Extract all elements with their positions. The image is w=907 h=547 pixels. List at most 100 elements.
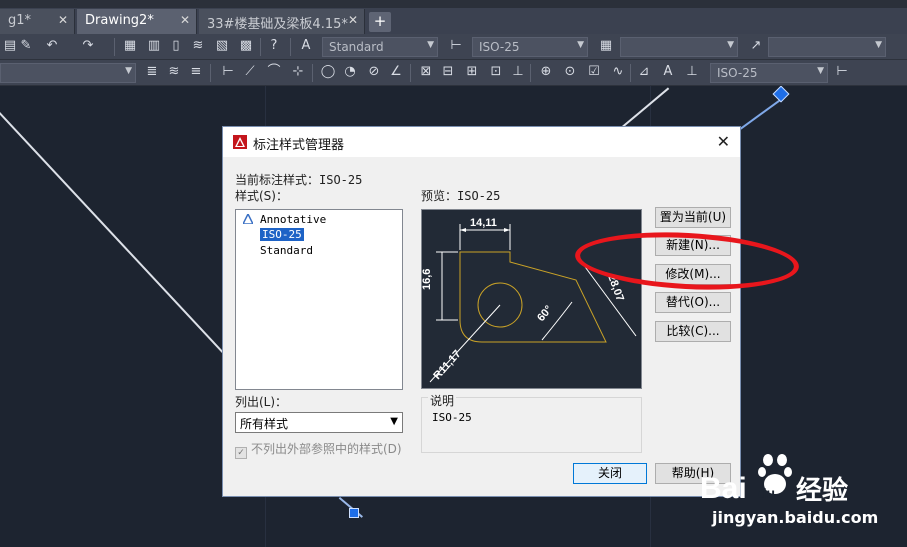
baseline-icon[interactable]: ⊟ bbox=[440, 64, 456, 80]
jogged-linear-icon[interactable]: ∿ bbox=[610, 64, 626, 80]
dialog-title: 标注样式管理器 bbox=[253, 138, 345, 153]
layer-combo[interactable]: ▼ bbox=[0, 63, 136, 83]
description-group: 说明 ISO-25 bbox=[421, 392, 642, 453]
dim-style-manager-icon[interactable]: ⊢ bbox=[834, 64, 850, 80]
dim-style-combo-2[interactable]: ISO-25 ▼ bbox=[710, 63, 828, 83]
autocad-logo-icon bbox=[233, 135, 247, 149]
list-label: 列出(L)： bbox=[235, 395, 288, 409]
preview-dim-angle: 60° bbox=[535, 303, 555, 323]
calculator-icon[interactable]: ▩ bbox=[238, 38, 254, 54]
list-filter-value: 所有样式 bbox=[240, 417, 289, 431]
tab-label: Drawing2* bbox=[85, 13, 154, 28]
text-style-icon[interactable]: A bbox=[298, 38, 314, 54]
jogged-icon[interactable]: ◔ bbox=[342, 64, 358, 80]
close-icon[interactable]: ✕ bbox=[180, 13, 190, 27]
plot-icon[interactable]: ▤ bbox=[2, 38, 18, 54]
redo-icon[interactable]: ↷ bbox=[80, 38, 96, 54]
watermark-brand-du: du bbox=[758, 485, 775, 501]
quick-dim-icon[interactable]: ⊠ bbox=[418, 64, 434, 80]
new-tab-button[interactable]: + bbox=[369, 12, 391, 32]
exclude-xref-label: 不列出外部参照中的样式(D) bbox=[251, 442, 402, 456]
chevron-down-icon: ▼ bbox=[727, 40, 734, 50]
markup-icon[interactable]: ▧ bbox=[214, 38, 230, 54]
current-style-label: 当前标注样式：ISO-25 bbox=[235, 173, 363, 187]
chevron-down-icon: ▼ bbox=[390, 416, 398, 427]
radius-icon[interactable]: ◯ bbox=[320, 64, 336, 80]
preview-dim-top: 14,11 bbox=[470, 217, 497, 229]
table-style-icon[interactable]: ▦ bbox=[598, 38, 614, 54]
multileader-style-icon[interactable]: ↗ bbox=[748, 38, 764, 54]
tab-33-building[interactable]: 33#楼基础及梁板4.15* ✕ bbox=[199, 9, 365, 34]
dim-style-value: ISO-25 bbox=[479, 40, 520, 54]
separator bbox=[630, 64, 631, 82]
layer-properties-icon[interactable]: ≣ bbox=[144, 64, 160, 80]
tab-label: 33#楼基础及梁板4.15* bbox=[207, 17, 348, 32]
compare-style-button[interactable]: 比较(C)... bbox=[655, 321, 731, 342]
chevron-down-icon: ▼ bbox=[125, 66, 132, 76]
tab-drawing2[interactable]: Drawing2* ✕ bbox=[77, 9, 197, 34]
multileader-style-combo[interactable]: ▼ bbox=[768, 37, 886, 57]
close-button[interactable]: 关闭 bbox=[573, 463, 647, 484]
list-item[interactable]: Standard bbox=[260, 244, 313, 257]
design-center-icon[interactable]: ▥ bbox=[146, 38, 162, 54]
document-tab-bar: g1* ✕ Drawing2* ✕ 33#楼基础及梁板4.15* ✕ + bbox=[0, 0, 907, 34]
text-style-combo[interactable]: Standard ▼ bbox=[322, 37, 438, 57]
space-icon[interactable]: ⊡ bbox=[488, 64, 504, 80]
separator bbox=[290, 38, 291, 56]
preview-dim-left: 16,6 bbox=[422, 269, 433, 290]
layer-previous-icon[interactable]: ≡ bbox=[188, 64, 204, 80]
tool-palette-icon[interactable]: ▯ bbox=[168, 38, 184, 54]
arc-length-icon[interactable]: ⌒ bbox=[266, 64, 282, 80]
preview-dim-radius: R11,17 bbox=[431, 348, 463, 382]
sheet-set-icon[interactable]: ≋ bbox=[190, 38, 206, 54]
dim-style-value: ISO-25 bbox=[717, 66, 758, 80]
override-style-button[interactable]: 替代(O)... bbox=[655, 292, 731, 313]
tolerance-icon[interactable]: ⊕ bbox=[538, 64, 554, 80]
preview-label: 预览：ISO-25 bbox=[421, 189, 501, 203]
chevron-down-icon: ▼ bbox=[577, 40, 584, 50]
menu-strip bbox=[0, 0, 907, 8]
undo-icon[interactable]: ↶ bbox=[44, 38, 60, 54]
help-icon[interactable]: ? bbox=[266, 38, 282, 54]
chevron-down-icon: ▼ bbox=[427, 40, 434, 50]
checkbox-icon: ✓ bbox=[235, 447, 247, 459]
tab-drawing1[interactable]: g1* ✕ bbox=[0, 9, 75, 34]
dim-style-icon[interactable]: ⊢ bbox=[448, 38, 464, 54]
dim-text-edit-icon[interactable]: A bbox=[660, 64, 676, 80]
continue-icon[interactable]: ⊞ bbox=[464, 64, 480, 80]
close-icon[interactable]: ✕ bbox=[58, 13, 68, 27]
toolbar-standard: ▤ ✎ ↶ ↷ ▦ ▥ ▯ ≋ ▧ ▩ ? A Standard ▼ ⊢ ISO… bbox=[0, 34, 907, 60]
dimension-style-manager-dialog: 标注样式管理器 ✕ 当前标注样式：ISO-25 样式(S)： Annotativ… bbox=[222, 126, 741, 497]
annotative-icon bbox=[243, 214, 253, 224]
ordinate-icon[interactable]: ⊹ bbox=[290, 64, 306, 80]
layer-state-icon[interactable]: ≋ bbox=[166, 64, 182, 80]
break-icon[interactable]: ⊥ bbox=[510, 64, 526, 80]
aligned-dim-icon[interactable]: ⟋ bbox=[242, 64, 258, 80]
watermark-cn: 经验 bbox=[796, 476, 849, 506]
description-value: ISO-25 bbox=[432, 411, 472, 424]
watermark-brand: Bai bbox=[700, 472, 747, 505]
dim-update-icon[interactable]: ⊥ bbox=[684, 64, 700, 80]
list-item[interactable]: Annotative bbox=[260, 213, 326, 226]
close-icon[interactable]: ✕ bbox=[717, 132, 730, 151]
linear-dim-icon[interactable]: ⊢ bbox=[220, 64, 236, 80]
exclude-xref-checkbox[interactable]: ✓ 不列出外部参照中的样式(D) bbox=[235, 440, 402, 459]
separator bbox=[210, 64, 211, 82]
styles-listbox[interactable]: Annotative ISO-25 Standard bbox=[235, 209, 403, 390]
tab-label: g1* bbox=[8, 13, 32, 28]
list-item-selected[interactable]: ISO-25 bbox=[260, 228, 304, 241]
diameter-icon[interactable]: ⊘ bbox=[366, 64, 382, 80]
set-current-button[interactable]: 置为当前(U) bbox=[655, 207, 731, 228]
match-properties-icon[interactable]: ✎ bbox=[18, 38, 34, 54]
dim-edit-icon[interactable]: ⊿ bbox=[636, 64, 652, 80]
properties-icon[interactable]: ▦ bbox=[122, 38, 138, 54]
close-icon[interactable]: ✕ bbox=[348, 13, 358, 27]
table-style-combo[interactable]: ▼ bbox=[620, 37, 738, 57]
dim-style-combo[interactable]: ISO-25 ▼ bbox=[472, 37, 588, 57]
description-caption: 说明 bbox=[428, 392, 457, 409]
angular-icon[interactable]: ∠ bbox=[388, 64, 404, 80]
grip-bottom[interactable] bbox=[349, 508, 359, 518]
list-filter-dropdown[interactable]: 所有样式 ▼ bbox=[235, 412, 403, 433]
inspect-icon[interactable]: ☑ bbox=[586, 64, 602, 80]
center-mark-icon[interactable]: ⊙ bbox=[562, 64, 578, 80]
